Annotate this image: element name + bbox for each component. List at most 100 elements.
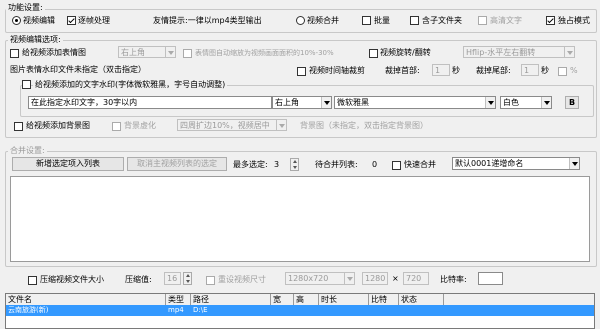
- trim-end-unit: 秒: [541, 66, 549, 75]
- checkbox-include-subfolders-label[interactable]: 含子文件夹: [422, 16, 462, 26]
- expand-option-value: 四周扩边10%，视频居中: [180, 121, 270, 130]
- trim-start-label: 裁掉首部:: [385, 66, 420, 75]
- column-header-filename[interactable]: 文件名: [6, 294, 166, 305]
- checkbox-frame-by-frame[interactable]: [67, 16, 76, 25]
- checkbox-add-emoji[interactable]: [10, 49, 19, 58]
- radio-video-merge-label[interactable]: 视频合并: [307, 16, 339, 26]
- checkbox-batch[interactable]: [362, 16, 371, 25]
- chevron-down-icon: [344, 273, 354, 284]
- bold-button[interactable]: B: [565, 96, 579, 109]
- checkbox-emoji-auto-scale[interactable]: [183, 49, 192, 58]
- radio-video-merge[interactable]: [296, 16, 305, 25]
- checkbox-batch-label[interactable]: 批量: [374, 16, 390, 26]
- text-position-value: 右上角: [275, 98, 299, 107]
- cell-filename: 云南旅游(新): [8, 306, 49, 314]
- checkbox-add-background[interactable]: [14, 122, 23, 131]
- checkbox-frame-by-frame-label[interactable]: 逐帧处理: [78, 16, 110, 26]
- checkbox-text-watermark[interactable]: [22, 80, 31, 89]
- checkbox-include-subfolders[interactable]: [410, 16, 419, 25]
- ratio-input[interactable]: [478, 272, 503, 285]
- checkbox-resize[interactable]: [206, 276, 215, 285]
- resolution-select[interactable]: 1280x720: [285, 272, 355, 285]
- naming-value: 默认0001递增命名: [455, 159, 524, 168]
- height-input[interactable]: 720: [403, 272, 429, 285]
- text-watermark-input[interactable]: 在此指定水印文字，30字以内: [28, 96, 272, 109]
- emoji-scale-note: 表情图自动缩放为视频画面面积的10%-30%: [195, 49, 334, 57]
- checkbox-rotate-flip-label[interactable]: 视频旋转/翻转: [380, 48, 431, 58]
- checkbox-add-emoji-label[interactable]: 给视频添加表情图: [22, 48, 86, 58]
- cell-duration: [319, 305, 369, 316]
- column-header-status[interactable]: 状态: [399, 294, 444, 305]
- column-header-width[interactable]: 宽: [271, 294, 294, 305]
- compress-value-spinner[interactable]: [183, 272, 192, 285]
- bg-image-note[interactable]: 背景图（未指定，双击指定背景图）: [300, 121, 428, 131]
- max-select-spinner[interactable]: [290, 158, 299, 171]
- column-header-type[interactable]: 类型: [166, 294, 191, 305]
- table-row[interactable]: 云南旅游(新) mp4 D:\E: [6, 305, 594, 316]
- emoji-watermark-file[interactable]: 图片表情水印文件未指定（双击指定）: [10, 65, 146, 75]
- checkbox-exclusive-mode[interactable]: [546, 16, 555, 25]
- cell-path: D:\E: [193, 306, 208, 314]
- pending-count: 0: [372, 160, 378, 169]
- checkbox-time-trim-label[interactable]: 视频时间轴裁剪: [309, 66, 365, 76]
- cancel-main-button[interactable]: 取消主视频列表的选定: [127, 157, 227, 171]
- function-settings-title: 功能设置:: [6, 2, 45, 13]
- checkbox-compress-size[interactable]: [28, 276, 37, 285]
- checkbox-bg-blur-label[interactable]: 背景虚化: [124, 121, 156, 131]
- emoji-position-value: 右上角: [121, 48, 145, 57]
- checkbox-compress-size-label[interactable]: 压缩视频文件大小: [40, 275, 104, 285]
- times-symbol: ×: [392, 274, 399, 283]
- cell-width: [271, 305, 294, 316]
- cell-bitrate: [369, 305, 399, 316]
- tip-text: 友情提示:一律以mp4类型输出: [153, 16, 262, 25]
- text-position-select[interactable]: 右上角: [272, 96, 332, 109]
- chevron-down-icon: [541, 97, 551, 108]
- flip-option-value: Hflip-水平左右翻转: [466, 48, 536, 57]
- checkbox-resize-label[interactable]: 重设视频尺寸: [218, 275, 266, 285]
- trim-end-label: 裁掉尾部:: [476, 66, 511, 75]
- chevron-down-icon: [485, 97, 495, 108]
- file-table[interactable]: 文件名 类型 路径 宽 高 时长 比特 状态 云南旅游(新) mp4 D:\E: [5, 293, 595, 329]
- emoji-position-select[interactable]: 右上角: [118, 46, 176, 58]
- trim-start-input[interactable]: 1: [432, 64, 450, 76]
- max-select-value[interactable]: 3: [274, 160, 279, 170]
- flip-option-select[interactable]: Hflip-水平左右翻转: [463, 46, 575, 58]
- checkbox-hd-text-label[interactable]: 高清文字: [490, 16, 522, 26]
- column-header-path[interactable]: 路径: [191, 294, 271, 305]
- font-value: 微软雅黑: [337, 98, 369, 107]
- column-header-height[interactable]: 高: [294, 294, 319, 305]
- checkbox-percent[interactable]: [558, 67, 567, 76]
- compress-value-input[interactable]: 16: [164, 272, 181, 285]
- color-value: 白色: [503, 98, 519, 107]
- chevron-down-icon: [165, 47, 175, 57]
- color-select[interactable]: 白色: [500, 96, 552, 109]
- width-input[interactable]: 1280: [362, 272, 388, 285]
- checkbox-quick-merge-label[interactable]: 快速合并: [404, 160, 436, 170]
- checkbox-hd-text[interactable]: [478, 16, 487, 25]
- chevron-down-icon: [321, 97, 331, 108]
- resolution-value: 1280x720: [288, 274, 329, 283]
- cell-type: mp4: [168, 306, 184, 314]
- checkbox-add-background-label[interactable]: 给视频添加背景图: [26, 121, 90, 131]
- text-watermark-title[interactable]: 给视频添加的文字水印(字体微软雅黑，字号自动调整): [33, 79, 228, 90]
- add-selected-button[interactable]: 新增选定项入列表: [12, 157, 124, 171]
- chevron-down-icon: [276, 120, 286, 130]
- checkbox-percent-label[interactable]: %: [570, 66, 578, 76]
- checkbox-rotate-flip[interactable]: [369, 49, 378, 58]
- edit-options-title: 视频编辑选项:: [8, 34, 63, 45]
- column-header-duration[interactable]: 时长: [319, 294, 369, 305]
- checkbox-time-trim[interactable]: [297, 67, 306, 76]
- checkbox-bg-blur[interactable]: [112, 122, 121, 131]
- checkbox-exclusive-mode-label[interactable]: 独占模式: [558, 16, 590, 26]
- cell-status: [399, 305, 444, 316]
- radio-video-edit[interactable]: [12, 16, 21, 25]
- column-header-bitrate[interactable]: 比特: [369, 294, 399, 305]
- trim-end-input[interactable]: 1: [521, 64, 539, 76]
- merge-list[interactable]: [10, 176, 590, 262]
- pending-label: 待合并列表:: [315, 160, 358, 169]
- radio-video-edit-label[interactable]: 视频编辑: [23, 16, 55, 26]
- font-select[interactable]: 微软雅黑: [334, 96, 496, 109]
- naming-select[interactable]: 默认0001递增命名: [452, 157, 580, 170]
- expand-option-select[interactable]: 四周扩边10%，视频居中: [177, 119, 287, 131]
- checkbox-quick-merge[interactable]: [392, 161, 401, 170]
